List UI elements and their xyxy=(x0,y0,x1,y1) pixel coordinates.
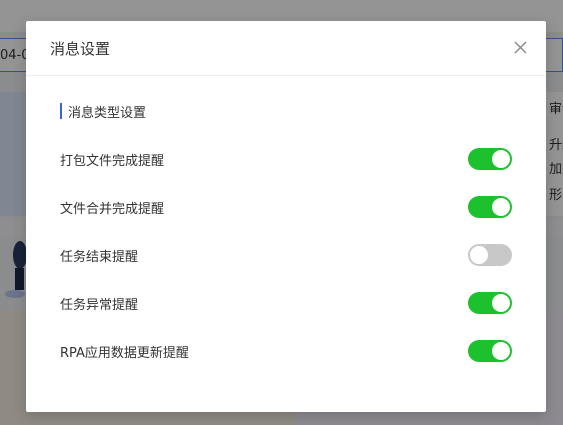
setting-label: 文件合并完成提醒 xyxy=(60,201,165,217)
setting-label: 任务结束提醒 xyxy=(60,249,139,265)
toggle-knob xyxy=(492,150,510,168)
setting-label: RPA应用数据更新提醒 xyxy=(60,345,189,361)
close-button[interactable] xyxy=(508,35,532,59)
toggle-switch[interactable] xyxy=(468,196,512,218)
dialog-title: 消息设置 xyxy=(50,40,111,58)
toggle-switch[interactable] xyxy=(468,244,512,266)
section-accent-bar xyxy=(60,103,62,119)
setting-row-task-end: 任务结束提醒 xyxy=(60,243,512,267)
setting-label: 打包文件完成提醒 xyxy=(60,153,165,169)
section-header: 消息类型设置 xyxy=(60,102,147,121)
toggle-knob xyxy=(470,246,488,264)
setting-row-package-complete: 打包文件完成提醒 xyxy=(60,147,512,171)
toggle-knob xyxy=(492,294,510,312)
setting-row-merge-complete: 文件合并完成提醒 xyxy=(60,195,512,219)
toggle-knob xyxy=(492,198,510,216)
setting-label: 任务异常提醒 xyxy=(60,297,139,313)
toggle-knob xyxy=(492,342,510,360)
toggle-switch[interactable] xyxy=(468,340,512,362)
message-settings-dialog: 消息设置 消息类型设置 打包文件完成提醒 文件合并完成提醒 任务结束提醒 任务异… xyxy=(26,21,546,412)
toggle-switch[interactable] xyxy=(468,292,512,314)
dialog-header: 消息设置 xyxy=(26,21,546,76)
setting-row-rpa-data-update: RPA应用数据更新提醒 xyxy=(60,339,512,363)
section-title: 消息类型设置 xyxy=(68,105,147,121)
toggle-switch[interactable] xyxy=(468,148,512,170)
close-icon xyxy=(514,41,526,53)
setting-row-task-exception: 任务异常提醒 xyxy=(60,291,512,315)
